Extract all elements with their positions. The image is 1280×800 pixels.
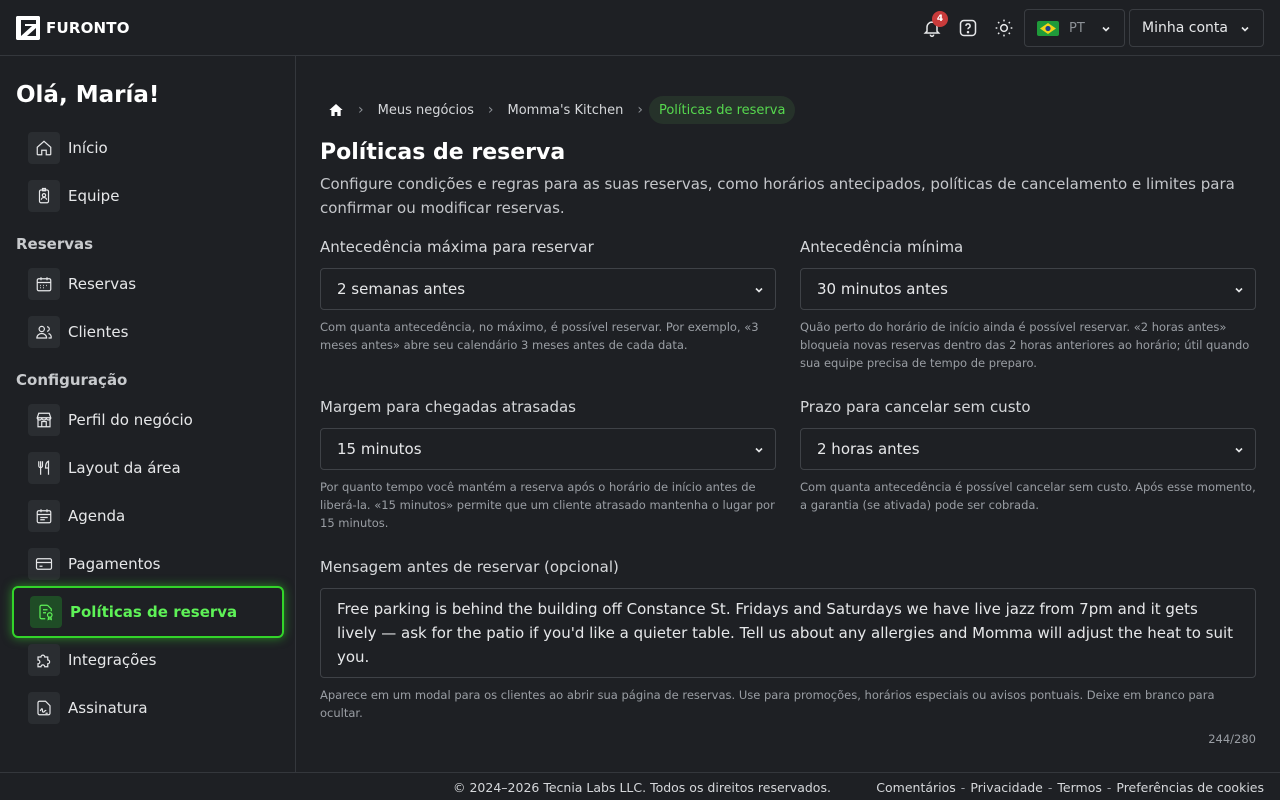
sidebar-item-label: Clientes [68,323,129,341]
sidebar-item-label: Perfil do negócio [68,411,193,429]
help-button[interactable] [954,14,982,42]
breadcrumb-separator-icon: › [487,102,494,118]
message-help: Aparece em um modal para os clientes ao … [320,688,1215,720]
select-value: 2 semanas antes [337,280,466,298]
sidebar-item-label: Integrações [68,651,157,669]
select-value: 30 minutos antes [817,280,948,298]
calendar-icon [28,268,60,300]
sidebar-item-politicas[interactable]: Políticas de reserva [12,586,284,638]
sidebar-item-layout[interactable]: Layout da área [12,444,284,492]
footer-link-comentarios[interactable]: Comentários [876,780,956,795]
greeting: Olá, María! [16,82,160,108]
notification-badge: 4 [932,11,948,27]
top-bar: FURONTO 4 PT Minha conta [0,0,1280,56]
puzzle-icon [28,644,60,676]
card-icon [28,548,60,580]
main-content: › Meus negócios › Momma's Kitchen › Polí… [296,56,1280,772]
home-icon [329,104,343,116]
min-advance-help: Quão perto do horário de início ainda é … [800,320,1250,370]
breadcrumb-item[interactable]: Meus negócios [370,96,482,124]
min-advance-label: Antecedência mínima [800,238,964,256]
cancel-deadline-select[interactable]: 2 horas antes [800,428,1256,470]
breadcrumb-home[interactable] [320,96,352,124]
sidebar-item-label: Políticas de reserva [70,603,238,621]
help-icon [959,19,977,37]
character-counter: 244/280 [1208,732,1256,746]
logo-mark-icon [16,16,40,40]
language-selector[interactable]: PT [1024,9,1125,47]
late-margin-help: Por quanto tempo você mantém a reserva a… [320,480,775,530]
chevron-down-icon [755,447,763,453]
brazil-flag-icon [1037,20,1059,36]
message-textarea[interactable]: Free parking is behind the building off … [320,588,1256,678]
copyright: © 2024–2026 Tecnia Labs LLC. Todos os di… [453,780,831,795]
max-advance-select[interactable]: 2 semanas antes [320,268,776,310]
message-label: Mensagem antes de reservar (opcional) [320,558,619,576]
sidebar: Olá, María! Início Equipe Reservas Reser… [0,56,296,772]
brand-name: FURONTO [46,19,130,37]
footer-separator: - [960,780,966,795]
policy-icon [30,596,62,628]
sidebar-item-clientes[interactable]: Clientes [12,308,284,356]
account-label: Minha conta [1142,20,1228,36]
users-icon [28,316,60,348]
schedule-icon [28,500,60,532]
chevron-down-icon [755,287,763,293]
page-title: Políticas de reserva [320,140,566,165]
breadcrumb-separator-icon: › [358,102,364,118]
sidebar-item-integracoes[interactable]: Integrações [12,636,284,684]
section-label-configuracao: Configuração [16,371,128,389]
storefront-icon [28,404,60,436]
account-menu-button[interactable]: Minha conta [1129,9,1264,47]
chevron-down-icon [1235,287,1243,293]
utensils-icon [28,452,60,484]
breadcrumb-item[interactable]: Momma's Kitchen [500,96,632,124]
footer-separator: - [1106,780,1112,795]
signature-icon [28,692,60,724]
language-label: PT [1069,20,1085,36]
sidebar-item-assinatura[interactable]: Assinatura [12,684,284,732]
sidebar-item-label: Reservas [68,275,137,293]
footer-link-privacidade[interactable]: Privacidade [970,780,1043,795]
page-description: Configure condições e regras para as sua… [320,175,1235,217]
sidebar-item-label: Agenda [68,507,126,525]
breadcrumb-separator-icon: › [637,102,643,118]
sidebar-item-label: Assinatura [68,699,148,717]
max-advance-help: Com quanta antecedência, no máximo, é po… [320,320,759,352]
select-value: 15 minutos [337,440,422,458]
footer-links: Comentários - Privacidade - Termos - Pre… [876,780,1264,795]
section-label-reservas: Reservas [16,235,94,253]
sidebar-item-label: Layout da área [68,459,181,477]
footer-link-cookies[interactable]: Preferências de cookies [1116,780,1264,795]
breadcrumb-current: Políticas de reserva [648,96,796,124]
late-margin-label: Margem para chegadas atrasadas [320,398,576,416]
cancel-deadline-label: Prazo para cancelar sem custo [800,398,1031,416]
chevron-down-icon [1102,26,1110,32]
footer: © 2024–2026 Tecnia Labs LLC. Todos os di… [0,772,1280,800]
sidebar-item-label: Equipe [68,187,120,205]
min-advance-select[interactable]: 30 minutos antes [800,268,1256,310]
footer-separator: - [1047,780,1053,795]
footer-link-termos[interactable]: Termos [1057,780,1101,795]
select-value: 2 horas antes [817,440,920,458]
sidebar-item-inicio[interactable]: Início [12,124,284,172]
chevron-down-icon [1241,26,1249,32]
breadcrumb: › Meus negócios › Momma's Kitchen › Polí… [320,96,796,124]
sidebar-item-label: Pagamentos [68,555,161,573]
sidebar-item-label: Início [68,139,108,157]
badge-icon [28,180,60,212]
max-advance-label: Antecedência máxima para reservar [320,238,594,256]
sidebar-item-perfil[interactable]: Perfil do negócio [12,396,284,444]
sidebar-item-equipe[interactable]: Equipe [12,172,284,220]
home-icon [28,132,60,164]
late-margin-select[interactable]: 15 minutos [320,428,776,470]
theme-toggle-button[interactable] [990,14,1018,42]
sidebar-item-agenda[interactable]: Agenda [12,492,284,540]
sidebar-item-reservas[interactable]: Reservas [12,260,284,308]
sun-icon [995,19,1013,37]
brand-logo[interactable]: FURONTO [16,16,130,40]
cancel-deadline-help: Com quanta antecedência é possível cance… [800,480,1256,512]
chevron-down-icon [1235,447,1243,453]
sidebar-item-pagamentos[interactable]: Pagamentos [12,540,284,588]
